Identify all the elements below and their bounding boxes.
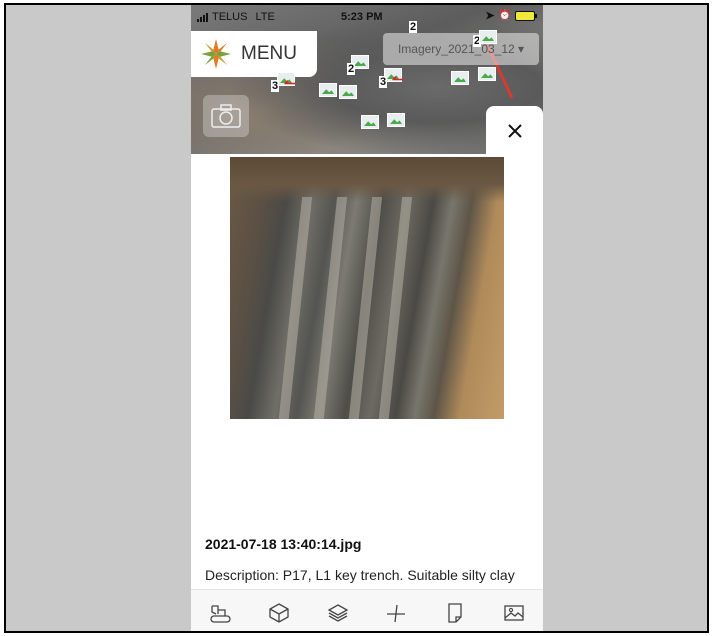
screenshot-frame: TELUS LTE 5:23 PM ➤ ⏰ MENU Imagery_2021_…	[4, 3, 709, 633]
map-photo-marker[interactable]	[479, 30, 497, 44]
pdf-marker-icon[interactable]: ↼	[392, 71, 404, 88]
photo-stripe	[347, 197, 383, 419]
marker-count: 2	[347, 63, 356, 75]
excavator-icon[interactable]	[208, 601, 232, 625]
map-photo-marker[interactable]	[361, 115, 379, 129]
photo-stripe	[277, 197, 313, 419]
map-photo-marker[interactable]	[319, 83, 337, 97]
logo-icon	[199, 37, 233, 71]
cube-icon[interactable]	[267, 601, 291, 625]
map-photo-marker[interactable]	[339, 85, 357, 99]
menu-button[interactable]: MENU	[191, 31, 317, 77]
photo-stripe	[312, 197, 348, 419]
measure-icon[interactable]	[384, 601, 408, 625]
camera-button[interactable]	[203, 95, 249, 137]
note-icon[interactable]	[443, 601, 467, 625]
close-button[interactable]	[486, 106, 543, 156]
photo-filename: 2021-07-18 13:40:14.jpg	[205, 536, 362, 552]
status-left: TELUS LTE	[197, 11, 275, 23]
status-bar: TELUS LTE 5:23 PM ➤ ⏰	[191, 5, 543, 27]
trench-photo[interactable]	[230, 157, 504, 419]
status-time: 5:23 PM	[341, 11, 383, 23]
location-arrow-icon: ➤	[485, 10, 495, 22]
map-photo-marker[interactable]	[451, 71, 469, 85]
phone-screen: TELUS LTE 5:23 PM ➤ ⏰ MENU Imagery_2021_…	[191, 5, 543, 631]
map-photo-marker[interactable]	[387, 113, 405, 127]
status-right: ➤ ⏰	[485, 9, 537, 22]
signal-icon	[197, 12, 208, 22]
close-icon	[507, 124, 522, 138]
menu-label: MENU	[241, 43, 297, 64]
imagery-dropdown[interactable]: Imagery_2021_03_12 ▾	[383, 33, 539, 65]
layers-icon[interactable]	[326, 601, 350, 625]
photo-topsoil	[230, 157, 504, 202]
bottom-toolbar	[191, 589, 543, 631]
alarm-icon: ⏰	[498, 10, 511, 21]
photo-stripe	[377, 197, 413, 419]
marker-count: 3	[379, 76, 388, 88]
battery-icon	[515, 10, 537, 21]
marker-count: 3	[271, 80, 280, 92]
marker-count: 2	[409, 21, 418, 33]
network-label: LTE	[255, 11, 275, 23]
map-photo-marker[interactable]	[478, 67, 496, 81]
photo-detail-panel: 2021-07-18 13:40:14.jpg Description: P17…	[191, 154, 543, 631]
carrier-label: TELUS	[212, 11, 248, 23]
pdf-marker-icon[interactable]: ↼	[284, 75, 296, 92]
image-icon[interactable]	[502, 601, 526, 625]
camera-icon	[211, 104, 241, 128]
